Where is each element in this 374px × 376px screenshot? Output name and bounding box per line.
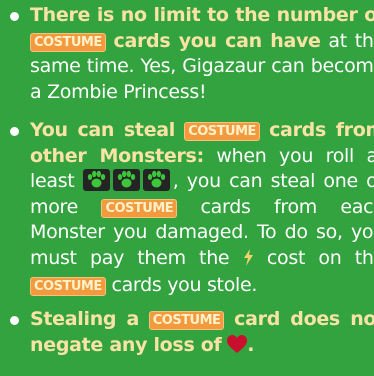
- rule-lead-text: Stealing a: [30, 308, 140, 330]
- rule-body-text: cost on the: [253, 246, 374, 269]
- claw-icon: [142, 169, 170, 191]
- rule-item-heart-loss: Stealing a COSTUME card does not negate …: [10, 307, 374, 361]
- claw-icon: [112, 169, 140, 191]
- heart-icon: [227, 334, 248, 362]
- costume-badge: COSTUME: [30, 32, 106, 52]
- rule-lead-text: There is no limit to the number of: [30, 4, 374, 26]
- rule-lead-text: You can steal: [30, 119, 176, 141]
- bullet-dot: [10, 12, 19, 21]
- rule-item-no-limit: There is no limit to the number of COSTU…: [10, 3, 374, 105]
- bullet-dot: [10, 127, 19, 136]
- bullet-dot: [10, 316, 19, 325]
- lightning-bolt-icon: [243, 248, 254, 274]
- rule-lead-text: cards you can have: [113, 29, 321, 52]
- rule-body-text: cards you stole.: [105, 274, 258, 296]
- rule-item-steal: You can steal COSTUME cards from other M…: [10, 118, 374, 299]
- costume-badge: COSTUME: [30, 277, 106, 296]
- costume-badge: COSTUME: [101, 198, 178, 218]
- rule-lead-text: .: [247, 333, 255, 356]
- costume-badge: COSTUME: [148, 311, 225, 330]
- costume-badge: COSTUME: [184, 122, 260, 141]
- claw-icon: [82, 169, 110, 191]
- rules-text-panel: There is no limit to the number of COSTU…: [0, 0, 374, 376]
